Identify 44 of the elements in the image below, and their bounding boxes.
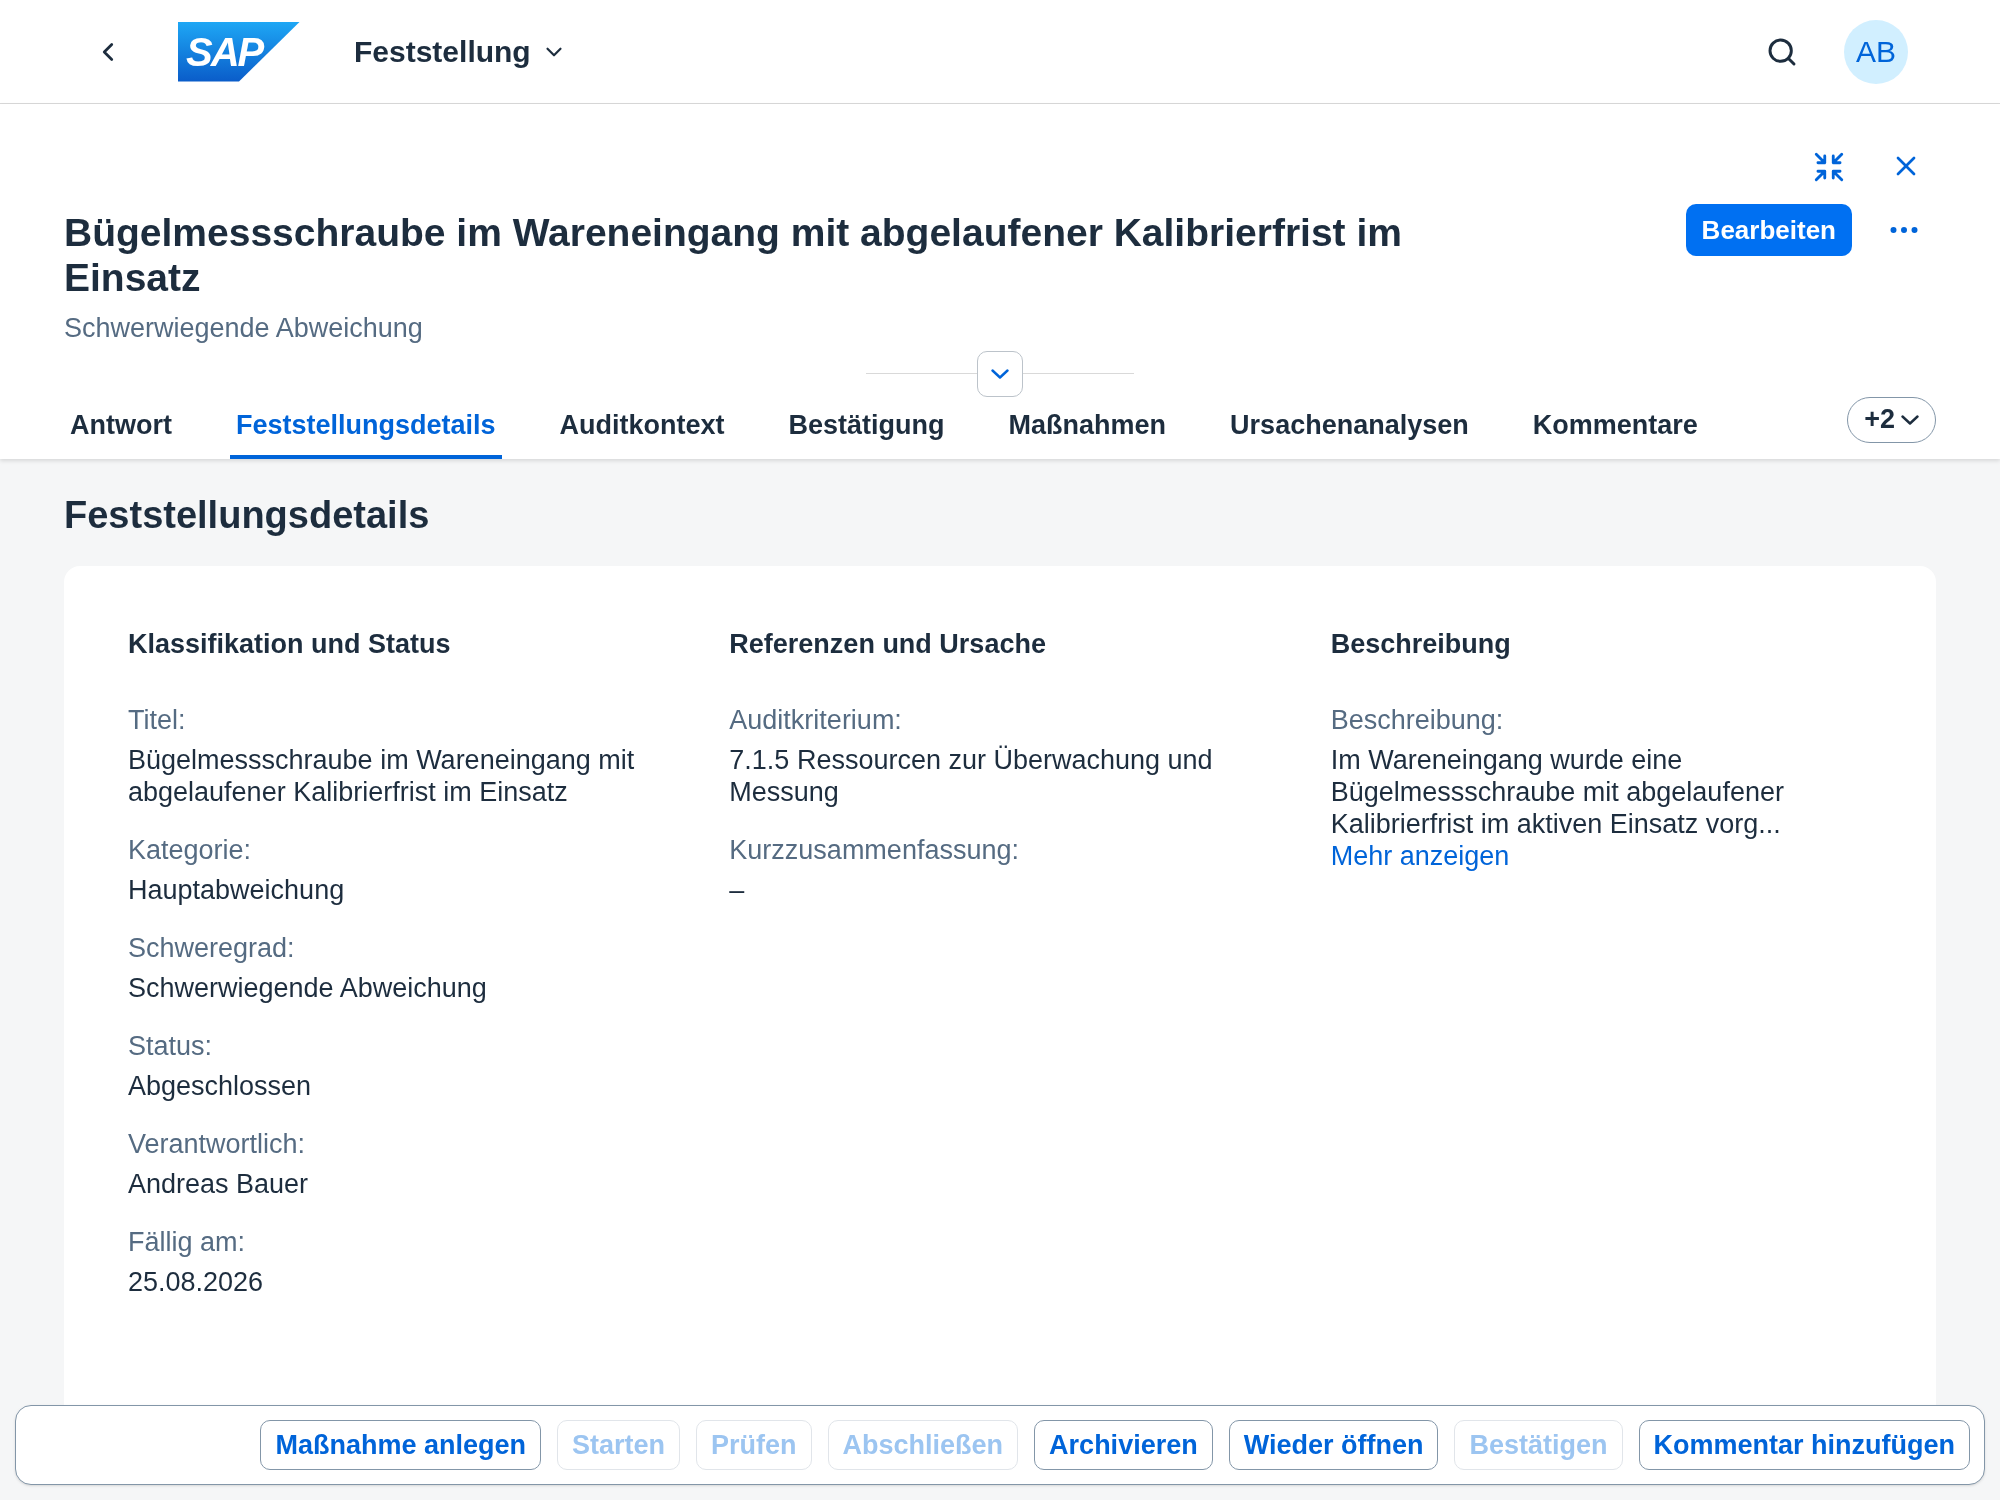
footer-button[interactable]: Kommentar hinzufügen [1638,1420,1970,1470]
tab[interactable]: Ursachenanalysen [1224,396,1475,459]
field-value: Schwerwiegende Abweichung [128,972,488,1004]
field-label: Titel: [128,704,187,736]
edit-button[interactable]: Bearbeiten [1685,204,1852,256]
object-title: Bügelmessschraube im Wareneingang mit abgelaufener Kalibrierfrist im Einsatz [64,210,1403,300]
field-label: Status: [128,1030,214,1062]
object-subtitle: Schwerwiegende Abweichung [64,312,424,345]
collapse-header-button[interactable] [977,350,1023,397]
group-title: Beschreibung [1330,627,1512,661]
field-value: Im Wareneingang wurde eine Bügelmessschraube mit abgelaufener Kalibrierfrist im aktiven Einsatz vorg... [1330,744,1785,840]
group-title: Referenzen und Ursache [729,627,1047,661]
field-label: Kurzzusammenfassung: [729,834,1020,866]
section-title: Feststellungsdetails [64,492,431,538]
group-title: Klassifikation und Status [128,627,452,661]
field-value: Bügelmessschraube im Wareneingang mit abgelaufener Kalibrierfrist im Einsatz [128,744,636,808]
chevron-down-icon [1901,414,1919,425]
footer-button[interactable]: Wieder öffnen [1228,1420,1439,1470]
exit-fullscreen-icon[interactable] [1812,150,1846,184]
chevron-down-icon [991,368,1009,379]
more-link[interactable]: Mehr anzeigen [1330,840,1510,872]
footer-button[interactable]: Maßnahme anlegen [260,1420,541,1470]
field-value: Abgeschlossen [128,1070,313,1102]
tab[interactable]: Kommentare [1526,396,1704,459]
tab[interactable]: Antwort [64,396,178,459]
field-label: Schweregrad: [128,932,296,964]
avatar[interactable]: AB [1844,19,1908,84]
field-label: Kategorie: [128,834,253,866]
field-value: 25.08.2026 [128,1266,265,1298]
field-value: 7.1.5 Ressourcen zur Überwachung und Messung [729,744,1214,808]
tab[interactable]: Auditkontext [553,396,731,459]
logo: SAP [178,21,300,82]
field-label: Fällig am: [128,1226,247,1258]
tab[interactable]: Maßnahmen [1002,396,1173,459]
field-label: Verantwortlich: [128,1128,307,1160]
field-label: Auditkriterium: [729,704,903,736]
field-value: Hauptabweichung [128,874,346,906]
field-value: – [729,874,746,906]
app-title-menu[interactable]: Feststellung [354,29,567,74]
field-label: Beschreibung: [1330,704,1505,736]
tab[interactable]: Feststellungsdetails [230,396,502,459]
footer-button[interactable]: Archivieren [1034,1420,1213,1470]
tab[interactable]: Bestätigung [782,396,951,459]
field-value: Andreas Bauer [128,1168,310,1200]
